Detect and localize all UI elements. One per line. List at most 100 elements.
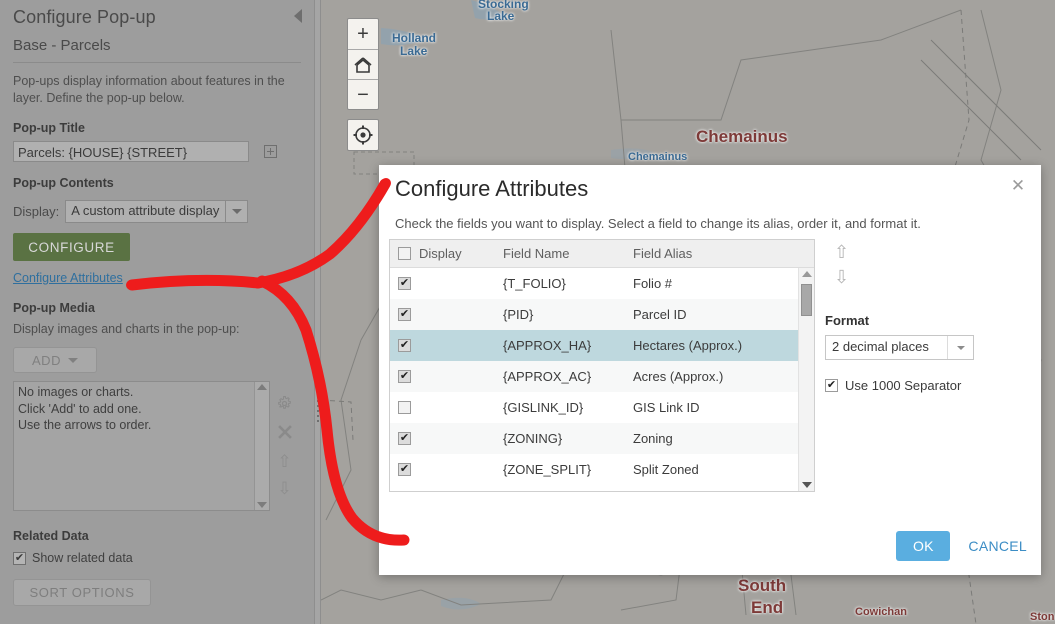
table-cell-field-alias: Parcel ID (633, 307, 687, 322)
table-cell-field-alias: Folio # (633, 276, 673, 291)
configure-popup-panel: Configure Pop-up Base - Parcels Pop-ups … (0, 0, 314, 624)
configure-attributes-link[interactable]: Configure Attributes (13, 271, 123, 285)
show-related-data-label: Show related data (32, 551, 133, 565)
zoom-out-button[interactable]: − (348, 79, 378, 109)
table-cell-field-alias: Zoning (633, 431, 673, 446)
table-cell-field-name: {ZONE_SPLIT} (503, 462, 592, 477)
table-cell-field-name: {ZONING} (503, 431, 563, 446)
use-1000-separator-row[interactable]: ✔ Use 1000 Separator (825, 378, 1025, 393)
use-1000-separator-checkbox[interactable]: ✔ (825, 379, 838, 392)
table-cell-field-name: {APPROX_AC} (503, 369, 592, 384)
field-display-checkbox[interactable]: ✔ (398, 370, 411, 383)
format-select[interactable]: 2 decimal places (825, 335, 974, 360)
format-select-arrow[interactable] (947, 336, 973, 359)
cancel-button[interactable]: CANCEL (968, 538, 1027, 554)
map-zoom-controls[interactable]: + − (347, 18, 379, 110)
table-row[interactable]: ✔ {APPROX_HA} Hectares (Approx.) (390, 330, 814, 361)
scroll-down-icon[interactable] (801, 482, 812, 488)
display-select-arrow[interactable] (225, 201, 247, 222)
field-display-checkbox[interactable]: ✔ (398, 339, 411, 352)
field-display-checkbox[interactable]: ✔ (398, 463, 411, 476)
panel-resize-gutter[interactable] (314, 0, 321, 624)
field-display-checkbox[interactable] (398, 401, 411, 414)
field-display-checkbox[interactable]: ✔ (398, 308, 411, 321)
table-cell-field-alias: Hectares (Approx.) (633, 338, 743, 353)
field-display-checkbox[interactable]: ✔ (398, 432, 411, 445)
home-icon (354, 56, 372, 73)
scroll-up-icon[interactable] (257, 384, 267, 390)
table-row[interactable]: ✔ {PID} Parcel ID (390, 299, 814, 330)
move-field-up-icon[interactable]: ⇧ (834, 243, 849, 261)
settings-gear-icon[interactable] (277, 396, 292, 415)
delete-x-icon[interactable] (277, 425, 292, 443)
home-button[interactable] (348, 49, 378, 79)
add-media-button[interactable]: ADD (13, 347, 97, 373)
display-select-value: A custom attribute display (71, 203, 220, 218)
add-field-icon[interactable] (264, 145, 278, 158)
table-cell-display: ✔ (390, 370, 503, 383)
select-all-checkbox[interactable] (398, 247, 411, 260)
panel-grip-icon (317, 400, 319, 422)
media-move-up-icon[interactable]: ⇧ (277, 453, 291, 470)
chevron-down-icon (67, 357, 78, 363)
popup-title-heading: Pop-up Title (13, 121, 85, 135)
table-cell-field-alias: Split Zoned (633, 462, 699, 477)
format-section: Format 2 decimal places ✔ Use 1000 Separ… (825, 313, 1025, 393)
format-label: Format (825, 313, 870, 328)
media-list[interactable]: No images or charts. Click 'Add' to add … (13, 381, 270, 511)
dialog-title: Configure Attributes (395, 176, 589, 201)
table-row[interactable]: ✔ {ZONE_SPLIT} Split Zoned (390, 454, 814, 485)
page-title: Configure Pop-up (13, 7, 156, 27)
column-header-field-name: Field Name (503, 246, 570, 261)
table-cell-field-name: {T_FOLIO} (503, 276, 566, 291)
related-data-heading: Related Data (13, 529, 89, 543)
scroll-down-icon[interactable] (257, 502, 267, 508)
table-cell-display: ✔ (390, 432, 503, 445)
table-scrollbar[interactable] (798, 268, 814, 491)
scroll-up-icon[interactable] (801, 271, 812, 277)
scrollbar-thumb[interactable] (801, 284, 812, 316)
display-select[interactable]: A custom attribute display (65, 200, 249, 223)
fields-table: Display Field Name Field Alias ✔ {T_FOLIO… (389, 239, 815, 492)
configure-attributes-dialog: Configure Attributes ✕ Check the fields … (379, 165, 1041, 575)
display-label: Display: (13, 204, 60, 219)
table-body: ✔ {T_FOLIO} Folio # ✔ {PID} Parcel ID ✔ {APPROX… (390, 268, 814, 491)
zoom-in-button[interactable]: + (348, 19, 378, 49)
chevron-down-icon (956, 345, 965, 350)
sort-options-button[interactable]: SORT OPTIONS (13, 579, 151, 606)
table-cell-field-alias: Acres (Approx.) (633, 369, 724, 384)
dialog-description: Check the fields you want to display. Se… (395, 216, 921, 231)
close-icon[interactable]: ✕ (1008, 175, 1028, 195)
use-1000-separator-label: Use 1000 Separator (845, 378, 962, 393)
crosshair-icon (353, 125, 373, 145)
table-row[interactable]: ✔ {APPROX_AC} Acres (Approx.) (390, 361, 814, 392)
table-cell-display: ✔ (390, 277, 503, 290)
media-list-scrollbar[interactable] (254, 382, 269, 510)
table-cell-display: ✔ (390, 463, 503, 476)
table-header-row: Display Field Name Field Alias (390, 240, 814, 268)
field-display-checkbox[interactable]: ✔ (398, 277, 411, 290)
add-media-label: ADD (32, 352, 61, 368)
locate-button[interactable] (347, 119, 379, 151)
media-tools: ⇧ ⇩ (277, 396, 292, 497)
move-field-down-icon[interactable]: ⇩ (834, 268, 849, 286)
popup-title-input[interactable]: Parcels: {HOUSE} {STREET} (13, 141, 249, 162)
table-row[interactable]: ✔ {T_FOLIO} Folio # (390, 268, 814, 299)
app-root: + − Stocking Lake Holland Lake Chemainus Chem… (0, 0, 1055, 624)
media-move-down-icon[interactable]: ⇩ (277, 480, 291, 497)
table-row[interactable]: ✔ {ZONING} Zoning (390, 423, 814, 454)
configure-button[interactable]: CONFIGURE (13, 233, 130, 261)
dialog-footer: OK CANCEL (896, 531, 1027, 561)
show-related-data-row[interactable]: ✔ Show related data (13, 551, 301, 565)
ok-button[interactable]: OK (896, 531, 951, 561)
table-cell-field-name: {APPROX_HA} (503, 338, 592, 353)
collapse-panel-arrow-icon[interactable] (294, 9, 302, 23)
table-row[interactable]: {GISLINK_ID} GIS Link ID (390, 392, 814, 423)
layer-subtitle: Base - Parcels (13, 28, 301, 63)
media-list-empty-text: No images or charts. Click 'Add' to add … (18, 385, 152, 432)
column-header-display: Display (390, 246, 503, 261)
column-header-display-label: Display (419, 246, 462, 261)
table-cell-display (390, 401, 503, 414)
table-cell-field-name: {GISLINK_ID} (503, 400, 584, 415)
show-related-data-checkbox[interactable]: ✔ (13, 551, 26, 565)
